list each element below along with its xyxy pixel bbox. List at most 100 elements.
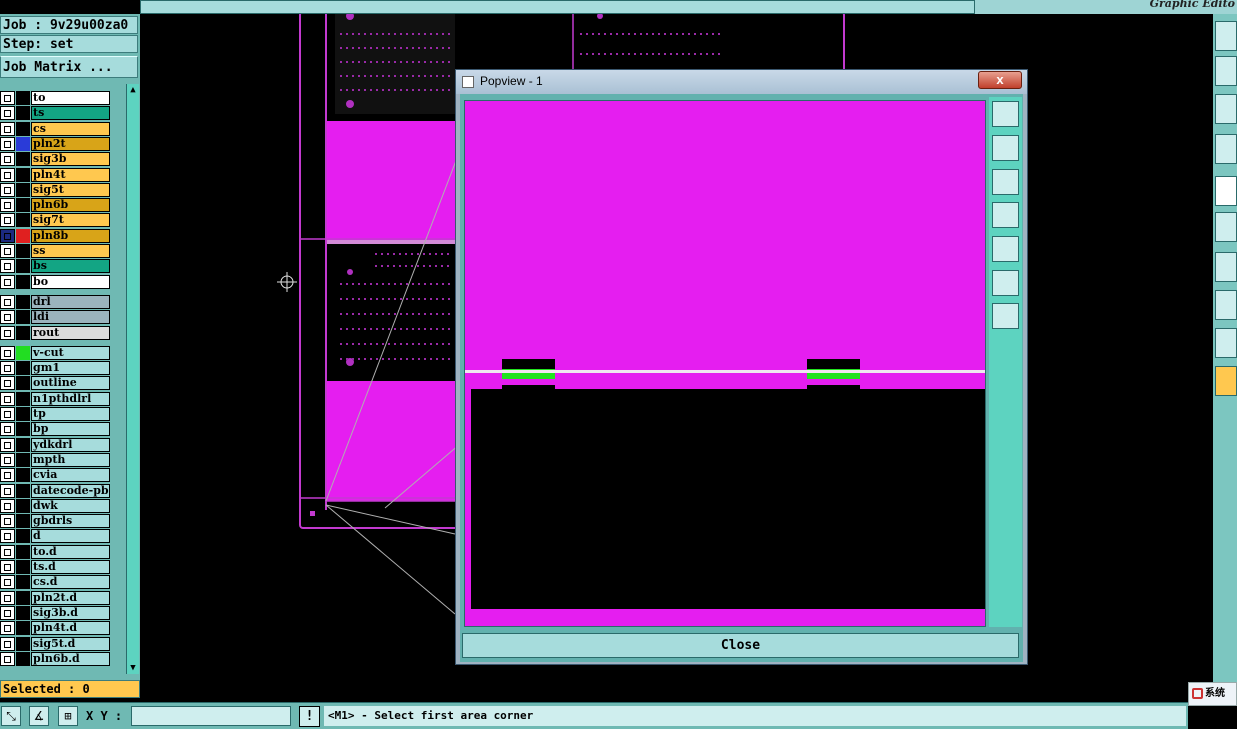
popview-close-button[interactable]: Close xyxy=(462,633,1019,658)
layer-name[interactable]: to xyxy=(31,91,110,105)
popview-canvas[interactable] xyxy=(464,100,986,627)
layer-checkbox[interactable] xyxy=(0,152,15,167)
measure-icon[interactable]: ⤡ xyxy=(1,706,21,726)
layer-color-swatch[interactable] xyxy=(16,121,30,136)
line-icon[interactable] xyxy=(1215,252,1237,282)
grid-icon[interactable]: ⊞ xyxy=(58,706,78,726)
pan-left-icon[interactable] xyxy=(992,202,1019,228)
zoom-icon[interactable] xyxy=(1215,94,1237,124)
taskbar-item[interactable]: 系统 xyxy=(1188,682,1237,706)
layer-color-swatch[interactable] xyxy=(16,621,30,636)
layer-color-swatch[interactable] xyxy=(16,213,30,228)
layer-color-swatch[interactable] xyxy=(16,325,30,340)
layer-row-d[interactable]: d xyxy=(0,529,112,544)
layer-row-sig7t[interactable]: sig7t xyxy=(0,213,112,228)
layer-color-swatch[interactable] xyxy=(16,407,30,421)
layer-row-n1pthdlrl[interactable]: n1pthdlrl xyxy=(0,391,112,407)
layer-name[interactable]: cs xyxy=(31,121,110,136)
layer-row-bp[interactable]: bp xyxy=(0,422,112,437)
layer-name[interactable]: rout xyxy=(31,325,110,340)
layer-row-pln6b-d[interactable]: pln6b.d xyxy=(0,651,112,667)
layer-name[interactable]: pln2t xyxy=(31,136,110,151)
layer-color-swatch[interactable] xyxy=(16,136,30,151)
layer-row-tp[interactable]: tp xyxy=(0,407,112,422)
layer-name[interactable]: outline xyxy=(31,376,110,391)
layer-checkbox[interactable] xyxy=(0,407,15,421)
layer-row-sig3b-d[interactable]: sig3b.d xyxy=(0,605,112,621)
window-close-button[interactable]: x xyxy=(978,71,1022,89)
layer-checkbox[interactable] xyxy=(0,376,15,391)
layer-checkbox[interactable] xyxy=(0,361,15,376)
layer-row-pln4t-d[interactable]: pln4t.d xyxy=(0,621,112,636)
layer-row-sig3b[interactable]: sig3b xyxy=(0,152,112,167)
layer-row-ydkdrl[interactable]: ydkdrl xyxy=(0,437,112,453)
layer-name[interactable]: pln2t.d xyxy=(31,590,110,605)
pan-right-icon[interactable] xyxy=(992,236,1019,262)
layer-color-swatch[interactable] xyxy=(16,198,30,213)
layer-color-swatch[interactable] xyxy=(16,483,30,498)
layer-checkbox[interactable] xyxy=(0,167,15,182)
layer-color-swatch[interactable] xyxy=(16,244,30,258)
layer-name[interactable]: ts.d xyxy=(31,560,110,574)
layer-checkbox[interactable] xyxy=(0,590,15,605)
layer-color-swatch[interactable] xyxy=(16,391,30,406)
layer-row-cs-d[interactable]: cs.d xyxy=(0,575,112,590)
layer-row-pln2t[interactable]: pln2t xyxy=(0,136,112,152)
circle-icon[interactable] xyxy=(1215,176,1237,206)
scroll-down-icon[interactable]: ▼ xyxy=(127,662,139,674)
layer-row-dwk[interactable]: dwk xyxy=(0,498,112,514)
layer-color-swatch[interactable] xyxy=(16,228,30,243)
layer-row-ts-d[interactable]: ts.d xyxy=(0,560,112,575)
layer-checkbox[interactable] xyxy=(0,136,15,151)
layer-row-pln8b[interactable]: pln8b xyxy=(0,228,112,244)
pointer-icon[interactable] xyxy=(1215,366,1237,396)
layer-name[interactable]: sig3b xyxy=(31,152,110,167)
layer-checkbox[interactable] xyxy=(0,310,15,325)
layer-name[interactable]: gbdrls xyxy=(31,514,110,529)
layer-name[interactable]: dwk xyxy=(31,498,110,513)
layer-row-rout[interactable]: rout xyxy=(0,325,112,341)
snap-icon[interactable] xyxy=(1215,290,1237,320)
layer-row-gbdrls[interactable]: gbdrls xyxy=(0,514,112,529)
layer-color-swatch[interactable] xyxy=(16,590,30,605)
layer-color-swatch[interactable] xyxy=(16,106,30,121)
layer-row-drl[interactable]: drl xyxy=(0,294,112,310)
layer-name[interactable]: sig3b.d xyxy=(31,605,110,620)
snap-angle-icon[interactable]: ∡ xyxy=(29,706,49,726)
layer-name[interactable]: cvia xyxy=(31,468,110,483)
layer-name[interactable]: pln6b xyxy=(31,198,110,213)
layer-row-to-d[interactable]: to.d xyxy=(0,544,112,560)
popview-titlebar[interactable]: Popview - 1 x xyxy=(456,70,1027,94)
layer-checkbox[interactable] xyxy=(0,259,15,274)
layer-color-swatch[interactable] xyxy=(16,259,30,274)
layer-name[interactable]: gm1 xyxy=(31,361,110,376)
zoom-window-icon[interactable] xyxy=(992,101,1019,127)
zoom-fit-icon[interactable] xyxy=(992,270,1019,296)
layer-row-pln2t-d[interactable]: pln2t.d xyxy=(0,590,112,606)
layer-name[interactable]: bo xyxy=(31,274,110,289)
xy-input[interactable] xyxy=(131,706,291,726)
layer-checkbox[interactable] xyxy=(0,274,15,289)
layer-checkbox[interactable] xyxy=(0,529,15,544)
layer-name[interactable]: cs.d xyxy=(31,575,110,590)
layer-color-swatch[interactable] xyxy=(16,310,30,325)
layer-row-sig5t-d[interactable]: sig5t.d xyxy=(0,636,112,652)
layer-row-outline[interactable]: outline xyxy=(0,376,112,391)
layer-checkbox[interactable] xyxy=(0,91,15,105)
layer-color-swatch[interactable] xyxy=(16,560,30,574)
scroll-up-icon[interactable]: ▲ xyxy=(127,84,139,96)
layer-row-bs[interactable]: bs xyxy=(0,259,112,274)
layer-color-swatch[interactable] xyxy=(16,294,30,309)
layer-checkbox[interactable] xyxy=(0,391,15,406)
layer-color-swatch[interactable] xyxy=(16,422,30,437)
layer-row-pln6b[interactable]: pln6b xyxy=(0,198,112,213)
layer-row-pln4t[interactable]: pln4t xyxy=(0,167,112,183)
layer-checkbox[interactable] xyxy=(0,514,15,529)
layer-color-swatch[interactable] xyxy=(16,274,30,289)
layer-name[interactable]: sig5t xyxy=(31,182,110,197)
layer-checkbox[interactable] xyxy=(0,483,15,498)
layer-checkbox[interactable] xyxy=(0,544,15,559)
layer-row-ts[interactable]: ts xyxy=(0,106,112,121)
layer-color-swatch[interactable] xyxy=(16,529,30,544)
layer-name[interactable]: bs xyxy=(31,259,110,274)
